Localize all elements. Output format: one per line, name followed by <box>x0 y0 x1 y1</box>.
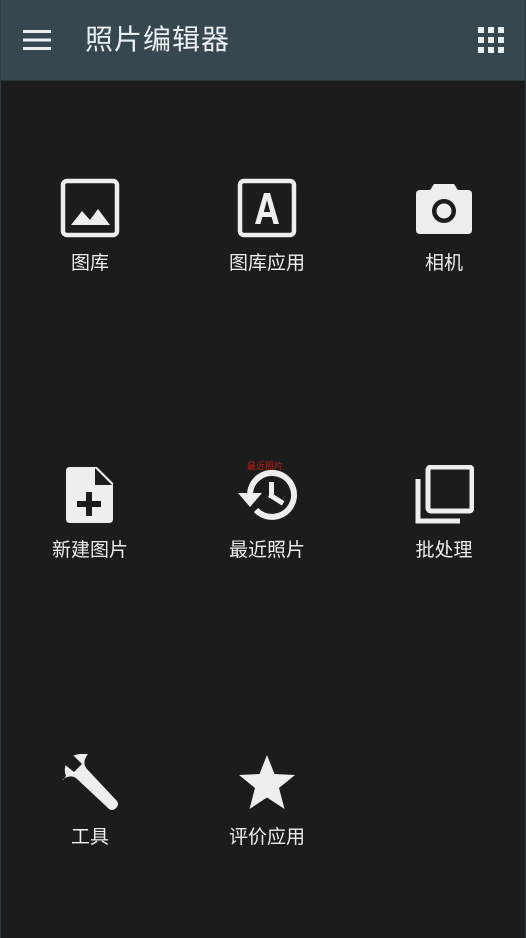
note-add-icon <box>66 467 113 523</box>
grid-label: 图库 <box>70 252 109 274</box>
grid-label: 批处理 <box>415 539 473 561</box>
grid-label: 工具 <box>70 826 109 848</box>
grid-item-new-image[interactable]: 新建图片 <box>2 463 178 583</box>
star-icon <box>239 755 295 809</box>
recent-badge: 最近照片 <box>247 462 284 472</box>
grid-label: 最近照片 <box>228 539 305 561</box>
apps-button[interactable] <box>471 20 511 60</box>
menu-button[interactable] <box>17 20 57 60</box>
grid-label: 评价应用 <box>228 826 305 848</box>
grid-item-batch[interactable]: 批处理 <box>356 463 526 583</box>
history-icon <box>238 469 297 520</box>
camera-icon <box>416 184 472 234</box>
grid-label: 相机 <box>424 252 463 274</box>
wrench-icon <box>62 754 118 810</box>
hamburger-menu-icon <box>23 30 51 50</box>
grid-label: 新建图片 <box>51 539 128 561</box>
grid-item-gallery-apps[interactable]: 图库应用 <box>179 176 355 296</box>
grid-item-rate-app[interactable]: 评价应用 <box>179 750 355 870</box>
grid-label: 图库应用 <box>228 252 305 274</box>
grid-item-tools[interactable]: 工具 <box>2 750 178 870</box>
grid-item-gallery[interactable]: 图库 <box>2 176 178 296</box>
image-icon <box>60 178 120 238</box>
apps-grid-icon <box>478 27 504 53</box>
app-screen: 照片编辑器 图库 图库应用 相机 新建图片 最近照片 批处理 工具 评价应用 最… <box>0 0 526 938</box>
font-download-icon <box>237 178 297 238</box>
app-bar: 照片编辑器 <box>1 0 525 81</box>
library-icon <box>415 465 474 524</box>
grid-item-recent-photos[interactable]: 最近照片 <box>179 463 355 583</box>
grid-item-camera[interactable]: 相机 <box>356 176 526 296</box>
app-title: 照片编辑器 <box>85 23 231 56</box>
